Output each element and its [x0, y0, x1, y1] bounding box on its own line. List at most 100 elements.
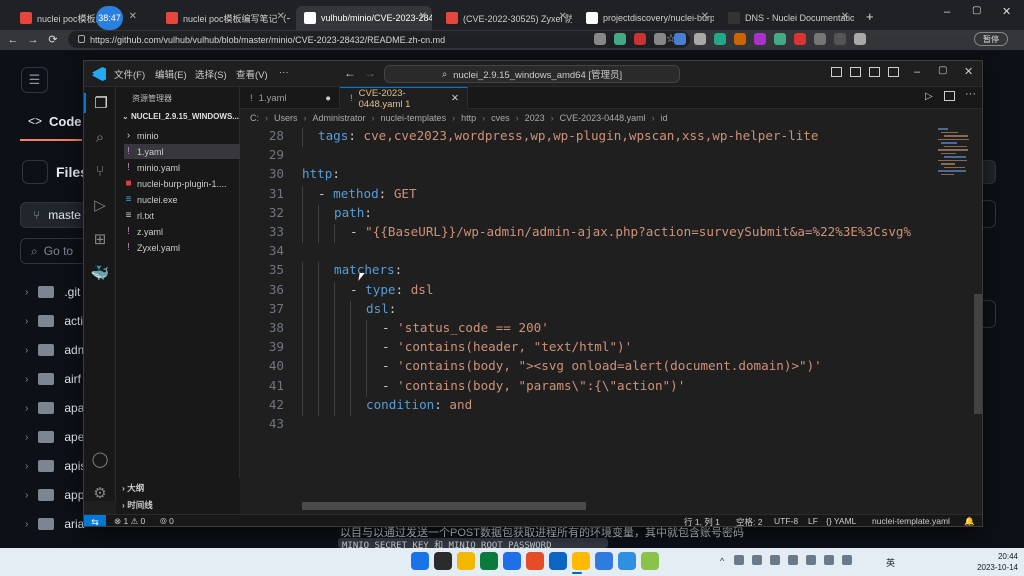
browser-extension-icon[interactable]	[714, 33, 726, 45]
remote-indicator-icon[interactable]: ⇆	[84, 515, 106, 526]
tray-icon[interactable]	[770, 555, 780, 565]
horizontal-scrollbar[interactable]	[302, 502, 586, 510]
breadcrumb-item[interactable]: cves	[491, 113, 510, 123]
sidebar-toggle-icon[interactable]	[22, 160, 48, 184]
forward-arrow-icon[interactable]: →	[26, 31, 40, 48]
back-arrow-icon[interactable]: ←	[6, 31, 20, 48]
edge-browser-icon[interactable]	[480, 552, 498, 570]
cursor-position[interactable]: 行 1, 列 1	[684, 516, 720, 526]
toggle-secondary-sidebar-icon[interactable]	[869, 67, 880, 77]
close-tab-icon[interactable]: ✕	[559, 11, 567, 22]
close-tab-icon[interactable]: ✕	[419, 11, 427, 22]
vscode-maximize-button[interactable]: ▢	[938, 65, 947, 76]
browser-tab[interactable]: projectdiscovery/nuclei-burp ✕	[578, 6, 714, 30]
explorer-file-item[interactable]: ! minio.yaml	[124, 160, 240, 175]
restore-window-button[interactable]: ▢	[972, 5, 981, 16]
indentation-status[interactable]: 空格: 2	[736, 516, 762, 526]
close-tab-icon[interactable]: ✕	[451, 93, 459, 104]
minimap[interactable]	[936, 126, 974, 186]
github-folder-row[interactable]: › airf	[25, 369, 81, 389]
encoding-status[interactable]: UTF-8	[774, 516, 798, 526]
editor-tab[interactable]: ! 1.yaml ●	[240, 87, 340, 109]
nav-back-icon[interactable]: ←	[344, 66, 356, 80]
search-icon[interactable]: ⌕	[90, 127, 110, 147]
search-taskbar-icon[interactable]	[434, 552, 452, 570]
explorer-file-item[interactable]: › minio	[124, 128, 240, 143]
vscode-close-button[interactable]: ✕	[964, 65, 973, 78]
explorer-file-item[interactable]: ≡ nuclei.exe	[124, 192, 240, 207]
new-tab-button[interactable]: +	[866, 9, 874, 24]
tray-icon[interactable]	[752, 555, 762, 565]
browser-extension-icon[interactable]	[734, 33, 746, 45]
extensions-icon[interactable]: ⊞	[90, 229, 110, 249]
profile-pause-button[interactable]: 暂停	[974, 32, 1008, 46]
app-icon[interactable]	[572, 552, 590, 570]
browser-extension-icon[interactable]	[854, 33, 866, 45]
customize-layout-icon[interactable]	[888, 67, 899, 77]
branch-selector[interactable]: ⑂ maste	[20, 202, 90, 228]
nav-forward-icon[interactable]: →	[364, 66, 376, 80]
browser-extension-icon[interactable]	[834, 33, 846, 45]
browser-extension-icon[interactable]	[594, 33, 606, 45]
breadcrumb-item[interactable]: http	[461, 113, 476, 123]
close-tab-icon[interactable]: ✕	[841, 11, 849, 22]
timeline-section[interactable]: › 时间线	[122, 499, 153, 511]
vertical-scrollbar[interactable]	[974, 294, 982, 414]
close-window-button[interactable]: ✕	[1002, 5, 1011, 18]
browser-extension-icon[interactable]	[634, 33, 646, 45]
browser-extension-icon[interactable]	[754, 33, 766, 45]
browser-extension-icon[interactable]	[674, 33, 686, 45]
docker-icon[interactable]: 🐳	[90, 263, 110, 283]
input-language-indicator[interactable]: 英	[886, 556, 895, 569]
tray-icon[interactable]	[734, 555, 744, 565]
github-folder-row[interactable]: › acti	[25, 311, 83, 331]
browser-tab[interactable]: (CVE-2022-30525) Zyxel 防 ✕	[438, 6, 572, 30]
menu-item[interactable]: 编辑(E)	[155, 67, 187, 81]
outline-section[interactable]: › 大纲	[122, 482, 144, 494]
browser-extension-icon[interactable]	[814, 33, 826, 45]
explorer-file-item[interactable]: ■ nuclei-burp-plugin-1....	[124, 176, 240, 191]
close-tab-icon[interactable]: ✕	[277, 11, 285, 22]
ports-status[interactable]: ⦾ 0	[160, 516, 174, 526]
notifications-bell-icon[interactable]: 🔔	[964, 516, 975, 526]
source-control-icon[interactable]: ⑂	[90, 161, 110, 181]
close-tab-icon[interactable]: ✕	[701, 11, 709, 22]
menu-item[interactable]: 查看(V)	[236, 67, 268, 81]
github-folder-row[interactable]: › apis	[25, 456, 86, 476]
browser-tab[interactable]: DNS - Nuclei Documentation ✕	[720, 6, 854, 30]
toggle-panel-icon[interactable]	[850, 67, 861, 77]
browser-extension-icon[interactable]	[774, 33, 786, 45]
tray-icon[interactable]	[788, 555, 798, 565]
app-icon[interactable]	[549, 552, 567, 570]
breadcrumb-item[interactable]: CVE-2023-0448.yaml	[560, 113, 646, 123]
menu-item[interactable]: 选择(S)	[195, 67, 227, 81]
browser-tab[interactable]: vulhub/minio/CVE-2023-284 ✕	[296, 6, 432, 30]
github-right-button-2[interactable]	[982, 200, 996, 228]
app-icon[interactable]	[526, 552, 544, 570]
menu-item[interactable]: 文件(F)	[114, 67, 145, 81]
tray-icon[interactable]	[842, 555, 852, 565]
breadcrumb-item[interactable]: nuclei-templates	[381, 113, 447, 123]
breadcrumb-item[interactable]: C:	[250, 113, 259, 123]
browser-tab[interactable]: nuclei poc模板编写笔记（一）✕	[158, 6, 290, 30]
breadcrumb-item[interactable]: Administrator	[313, 113, 366, 123]
breadcrumb-item[interactable]: 2023	[525, 113, 545, 123]
browser-extension-icon[interactable]	[614, 33, 626, 45]
toggle-sidebar-icon[interactable]	[831, 67, 842, 77]
command-center-search[interactable]: ⌕ nuclei_2.9.15_windows_amd64 [管理员]	[384, 65, 680, 83]
github-right-button-3[interactable]	[982, 300, 996, 328]
file-explorer-icon[interactable]	[457, 552, 475, 570]
github-folder-row[interactable]: › app	[25, 485, 84, 505]
tray-icon[interactable]	[824, 555, 834, 565]
app-icon[interactable]	[595, 552, 613, 570]
github-right-button[interactable]	[982, 160, 996, 184]
code-editor[interactable]: 28 tags: cve,cve2023,wordpress,wp,wp-plug…	[240, 126, 982, 501]
unsaved-dot-icon[interactable]: ●	[325, 93, 331, 104]
goto-file-input[interactable]: ⌕ Go to	[20, 238, 90, 264]
vscode-taskbar-icon[interactable]	[618, 552, 636, 570]
breadcrumb-item[interactable]: Users	[274, 113, 298, 123]
menu-item[interactable]: ···	[279, 67, 289, 78]
github-folder-row[interactable]: › adm	[25, 340, 88, 360]
close-tab-icon[interactable]: ✕	[129, 11, 137, 22]
chrome-browser-icon[interactable]	[503, 552, 521, 570]
